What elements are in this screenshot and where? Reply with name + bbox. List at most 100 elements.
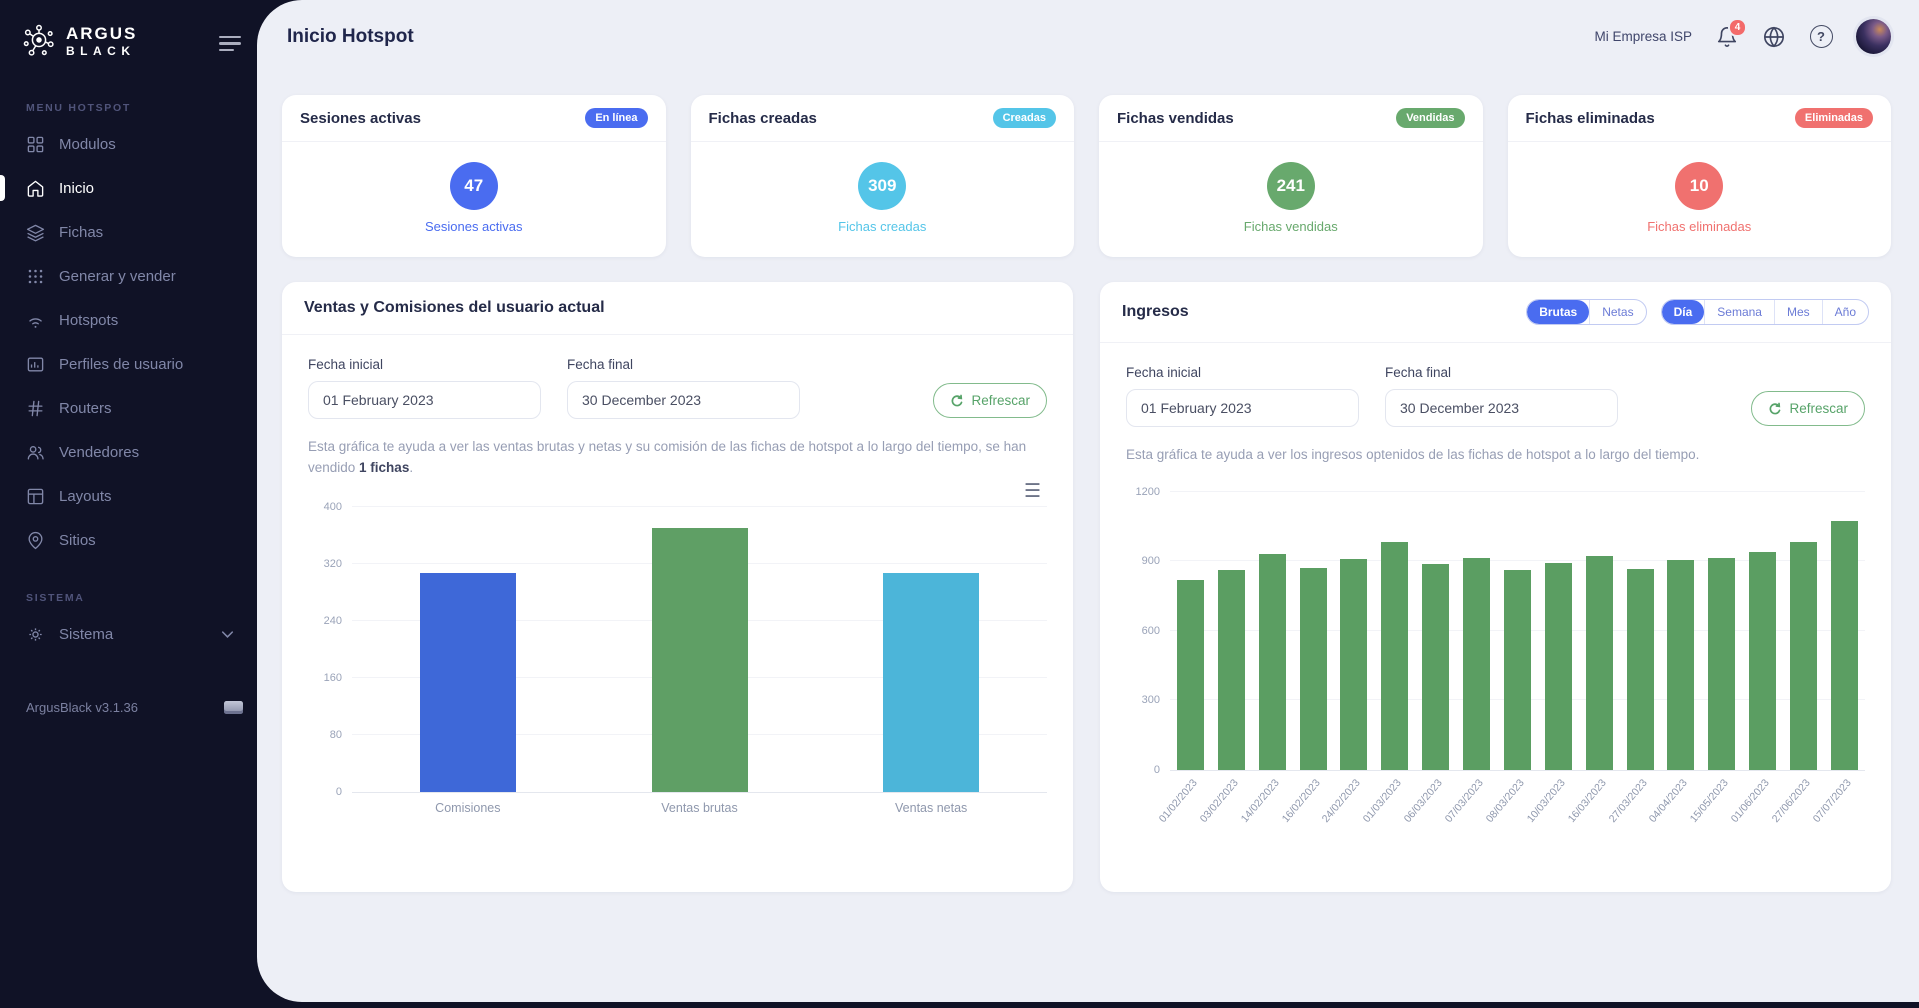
- sidebar-section-sistema: SISTEMA: [0, 592, 257, 604]
- bar: [420, 573, 516, 792]
- bar: [1708, 558, 1735, 770]
- sales-chart: ☰ 080160240320400 ComisionesVentas bruta…: [308, 485, 1047, 793]
- bar-column: 04/04/2023: [1661, 492, 1702, 770]
- active-indicator: [0, 175, 5, 201]
- x-axis-label: 15/05/2023: [1688, 777, 1731, 825]
- toggle-netas[interactable]: Netas: [1589, 300, 1645, 324]
- toggle-semana[interactable]: Semana: [1704, 300, 1774, 324]
- app-version: ArgusBlack v3.1.36: [26, 700, 138, 715]
- bar: [1627, 569, 1654, 770]
- sidebar-item-routers[interactable]: Routers: [0, 386, 257, 430]
- sidebar-item-label: Routers: [59, 400, 112, 417]
- x-axis-label: Ventas netas: [895, 801, 967, 815]
- stat-title: Fichas eliminadas: [1526, 110, 1655, 127]
- sidebar-item-sistema[interactable]: Sistema: [0, 612, 257, 656]
- bar: [1586, 556, 1613, 770]
- bar: [1259, 554, 1286, 769]
- fecha-final-input[interactable]: [567, 381, 800, 419]
- sidebar: ARGUS BLACK MENU HOTSPOT Modulos Inicio …: [0, 0, 257, 1008]
- bar-column: 10/03/2023: [1538, 492, 1579, 770]
- main-content: Inicio Hotspot Mi Empresa ISP 4 ?: [257, 0, 1919, 1002]
- fecha-inicial-input[interactable]: [308, 381, 541, 419]
- sidebar-item-fichas[interactable]: Fichas: [0, 210, 257, 254]
- bar: [1504, 570, 1531, 770]
- bar-column: Ventas netas: [815, 507, 1047, 792]
- bar: [1667, 560, 1694, 770]
- toggle-brutas[interactable]: Brutas: [1527, 300, 1589, 324]
- bar: [883, 573, 979, 792]
- language-button[interactable]: [1762, 25, 1786, 49]
- ingresos-card-title: Ingresos: [1122, 303, 1189, 321]
- gear-icon: [26, 625, 45, 644]
- status-badge: Creadas: [993, 108, 1056, 128]
- bar-column: Ventas brutas: [584, 507, 816, 792]
- x-axis-label: 16/02/2023: [1279, 777, 1322, 825]
- notifications-button[interactable]: 4: [1715, 25, 1739, 49]
- fecha-inicial-input[interactable]: [1126, 389, 1359, 427]
- bar-column: 08/03/2023: [1497, 492, 1538, 770]
- bar-column: 01/02/2023: [1170, 492, 1211, 770]
- ingresos-chart: 03006009001200 01/02/202303/02/202314/02…: [1126, 492, 1865, 771]
- toggle-dia[interactable]: Día: [1662, 300, 1705, 324]
- x-axis-label: 01/06/2023: [1729, 777, 1772, 825]
- bar-column: 07/07/2023: [1824, 492, 1865, 770]
- topbar: Inicio Hotspot Mi Empresa ISP 4 ?: [282, 0, 1891, 73]
- status-badge: Vendidas: [1396, 108, 1464, 128]
- x-axis-label: 03/02/2023: [1198, 777, 1241, 825]
- toggle-ano[interactable]: Año: [1822, 300, 1868, 324]
- plot-area: 01/02/202303/02/202314/02/202316/02/2023…: [1170, 492, 1865, 771]
- x-axis-label: 27/06/2023: [1770, 777, 1813, 825]
- user-avatar[interactable]: [1856, 19, 1891, 54]
- charts-row: Ventas y Comisiones del usuario actual F…: [282, 282, 1891, 892]
- sidebar-item-label: Hotspots: [59, 312, 118, 329]
- x-axis-label: 06/03/2023: [1402, 777, 1445, 825]
- sidebar-item-inicio[interactable]: Inicio: [0, 166, 257, 210]
- sidebar-item-vendedores[interactable]: Vendedores: [0, 430, 257, 474]
- sales-description: Esta gráfica te ayuda a ver las ventas b…: [308, 437, 1047, 479]
- bar-column: Comisiones: [352, 507, 584, 792]
- bar-column: 03/02/2023: [1211, 492, 1252, 770]
- sidebar-item-layouts[interactable]: Layouts: [0, 474, 257, 518]
- stat-card-fichas-vendidas: Fichas vendidas Vendidas 241 Fichas vend…: [1099, 95, 1483, 257]
- logo-line2: BLACK: [66, 45, 137, 57]
- layers-icon: [26, 223, 45, 242]
- refresh-button[interactable]: Refrescar: [1751, 391, 1865, 426]
- fecha-final-input[interactable]: [1385, 389, 1618, 427]
- bar-column: 14/02/2023: [1252, 492, 1293, 770]
- bar: [1463, 558, 1490, 770]
- bar: [1545, 563, 1572, 770]
- stat-label: Fichas creadas: [838, 219, 926, 234]
- wifi-icon: [26, 311, 45, 330]
- fecha-inicial-label: Fecha inicial: [1126, 365, 1359, 380]
- fecha-inicial-field: Fecha inicial: [1126, 365, 1359, 427]
- company-name: Mi Empresa ISP: [1594, 29, 1692, 44]
- fecha-final-label: Fecha final: [567, 357, 800, 372]
- bar-column: 15/05/2023: [1701, 492, 1742, 770]
- sidebar-section-hotspot: MENU HOTSPOT: [0, 102, 257, 114]
- sidebar-item-label: Sistema: [59, 626, 113, 643]
- chart-menu-icon[interactable]: ☰: [308, 485, 1041, 505]
- globe-icon: [1763, 26, 1785, 48]
- keyboard-icon: [224, 701, 243, 714]
- sidebar-collapse-icon[interactable]: [219, 32, 241, 55]
- bar-column: 06/03/2023: [1415, 492, 1456, 770]
- stat-value: 47: [450, 162, 498, 210]
- brutas-netas-toggle: Brutas Netas: [1526, 299, 1646, 325]
- sidebar-item-generar-y-vender[interactable]: Generar y vender: [0, 254, 257, 298]
- y-axis: 03006009001200: [1126, 492, 1170, 770]
- argus-molecule-icon: [22, 24, 56, 58]
- bar: [1790, 542, 1817, 770]
- sidebar-item-sitios[interactable]: Sitios: [0, 518, 257, 562]
- users-icon: [26, 443, 45, 462]
- sidebar-item-perfiles-de-usuario[interactable]: Perfiles de usuario: [0, 342, 257, 386]
- refresh-button[interactable]: Refrescar: [933, 383, 1047, 418]
- bar: [652, 528, 748, 792]
- bar-column: 16/02/2023: [1293, 492, 1334, 770]
- period-toggle: Día Semana Mes Año: [1661, 299, 1869, 325]
- sidebar-item-modulos[interactable]: Modulos: [0, 122, 257, 166]
- help-icon: ?: [1810, 25, 1833, 48]
- sidebar-item-hotspots[interactable]: Hotspots: [0, 298, 257, 342]
- x-axis-label: 10/03/2023: [1525, 777, 1568, 825]
- help-button[interactable]: ?: [1809, 25, 1833, 49]
- toggle-mes[interactable]: Mes: [1774, 300, 1822, 324]
